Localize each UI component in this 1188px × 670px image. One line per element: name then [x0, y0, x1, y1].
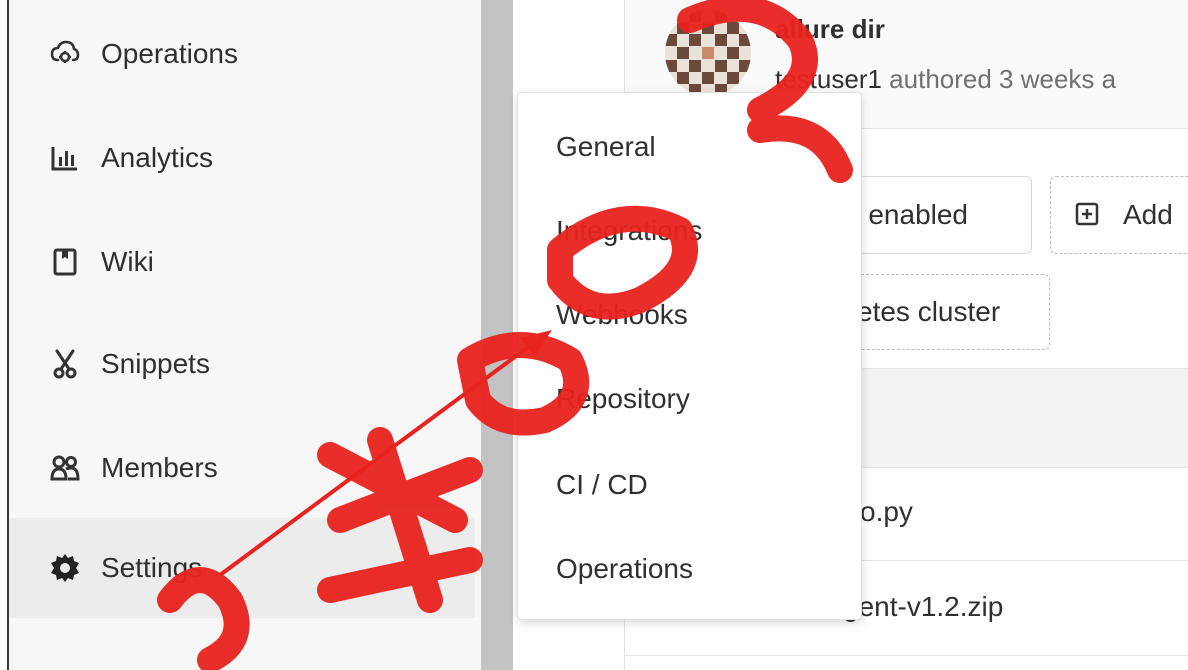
sidebar-item-label: Operations	[101, 38, 238, 69]
menu-item-ci-cd[interactable]: CI / CD	[556, 469, 648, 501]
settings-flyout-menu: General Integrations Webhooks Repository…	[517, 92, 862, 620]
sidebar-item-label: Wiki	[101, 246, 154, 277]
sidebar-item-analytics[interactable]: Analytics	[9, 108, 475, 208]
plus-square-icon	[1075, 201, 1099, 226]
avatar[interactable]	[665, 10, 751, 96]
kubernetes-label: etes cluster	[857, 296, 1001, 327]
scissors-icon	[49, 348, 81, 380]
menu-item-integrations[interactable]: Integrations	[556, 215, 702, 247]
sidebar-item-label: Snippets	[101, 348, 210, 379]
bar-chart-icon	[49, 142, 81, 174]
commit-meta: testuser1 authored 3 weeks a	[775, 64, 1116, 95]
commit-time: authored 3 weeks a	[881, 64, 1117, 94]
file-name[interactable]: gent-v1.2.zip	[843, 591, 1003, 623]
sidebar-item-settings[interactable]: Settings	[9, 518, 475, 618]
sidebar-item-members[interactable]: Members	[9, 418, 475, 518]
add-label: Add	[1123, 199, 1173, 230]
menu-item-operations[interactable]: Operations	[556, 553, 693, 585]
menu-item-webhooks[interactable]: Webhooks	[556, 299, 688, 331]
sidebar-scrollbar[interactable]	[481, 0, 513, 670]
cloud-gear-icon	[49, 38, 81, 70]
commit-title[interactable]: allure dir	[775, 14, 885, 45]
sidebar: Operations Analytics Wiki Snippets Membe…	[9, 0, 481, 670]
sidebar-item-operations[interactable]: Operations	[9, 4, 475, 104]
menu-item-general[interactable]: General	[556, 131, 656, 163]
book-icon	[49, 246, 81, 278]
gear-icon	[49, 552, 81, 584]
users-icon	[49, 452, 81, 484]
sidebar-item-label: Settings	[101, 552, 203, 583]
sidebar-item-wiki[interactable]: Wiki	[9, 212, 475, 312]
add-button[interactable]: Add	[1050, 176, 1188, 254]
sidebar-item-label: Analytics	[101, 142, 214, 173]
sidebar-item-label: Members	[101, 452, 218, 483]
sidebar-item-snippets[interactable]: Snippets	[9, 314, 475, 414]
file-name[interactable]: o.py	[860, 496, 913, 528]
menu-item-repository[interactable]: Repository	[556, 383, 690, 415]
commit-author[interactable]: testuser1	[775, 64, 882, 94]
window-edge	[0, 0, 9, 670]
